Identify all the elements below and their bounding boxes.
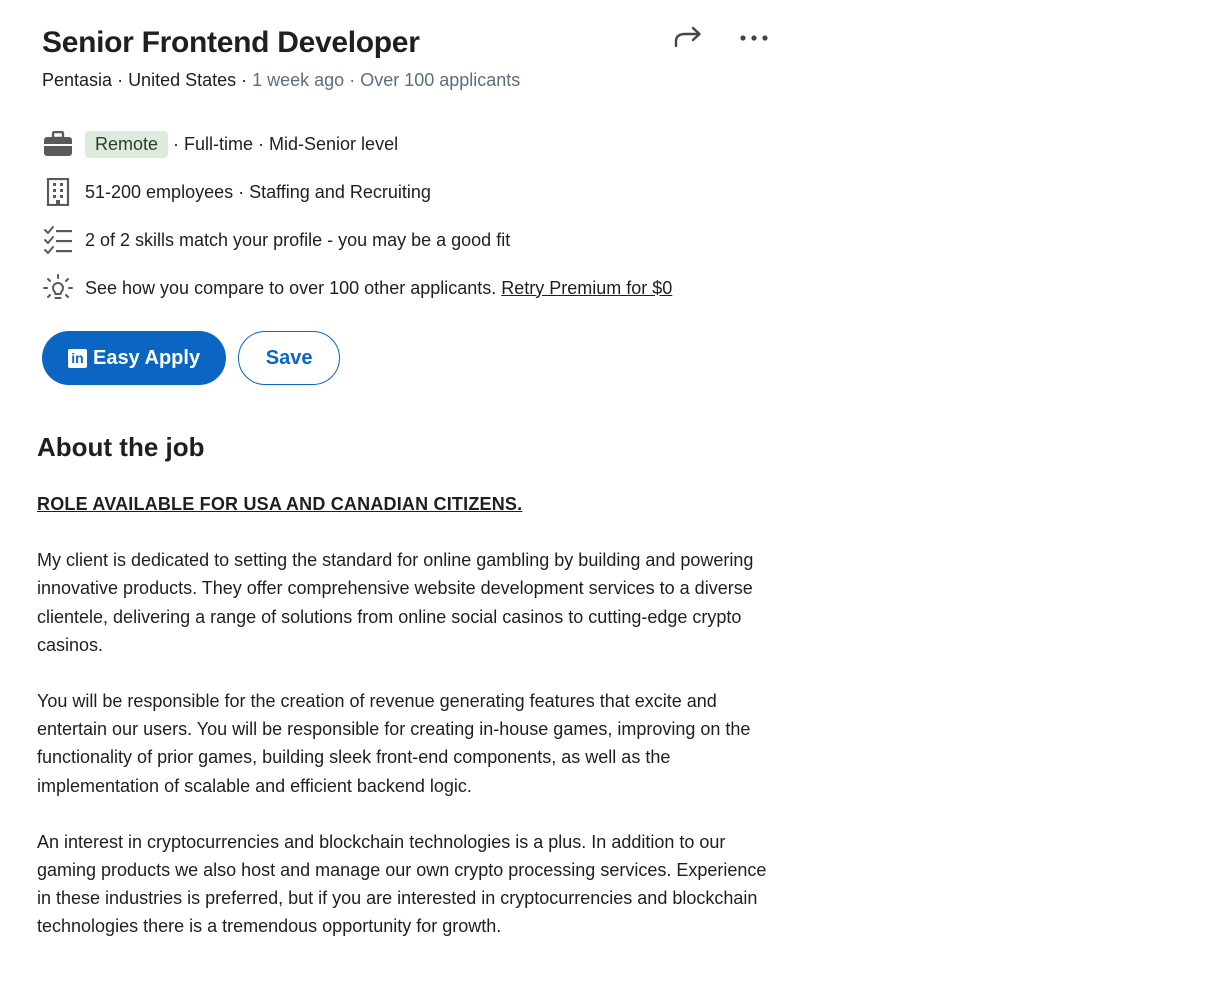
job-meta: Pentasia · United States · 1 week ago · … — [42, 70, 520, 91]
separator: · — [236, 70, 253, 90]
eligibility-line: ROLE AVAILABLE FOR USA AND CANADIAN CITI… — [37, 494, 523, 514]
job-description: ROLE AVAILABLE FOR USA AND CANADIAN CITI… — [37, 490, 777, 969]
insight-skills: 2 of 2 skills match your profile - you m… — [42, 216, 672, 264]
apply-actions: in Easy Apply Save — [42, 331, 341, 385]
more-options-button[interactable] — [736, 22, 772, 54]
save-button[interactable]: Save — [238, 331, 341, 385]
job-type-text: · Full-time · Mid-Senior level — [173, 133, 399, 154]
job-location: United States — [128, 70, 237, 90]
briefcase-icon — [42, 128, 74, 160]
company-size-text: 51-200 employees · Staffing and Recruiti… — [85, 181, 431, 202]
easy-apply-button[interactable]: in Easy Apply — [42, 331, 227, 385]
workplace-badge: Remote — [85, 130, 169, 158]
separator: · — [112, 70, 129, 90]
checklist-icon — [42, 224, 74, 256]
company-name[interactable]: Pentasia — [42, 70, 112, 90]
job-title: Senior Frontend Developer — [42, 26, 420, 59]
share-button[interactable] — [670, 22, 706, 54]
posted-time: 1 week ago — [252, 70, 345, 90]
separator: · — [344, 70, 361, 90]
building-icon — [42, 176, 74, 208]
insight-company: 51-200 employees · Staffing and Recruiti… — [42, 168, 672, 216]
linkedin-icon: in — [68, 348, 87, 368]
insight-premium: See how you compare to over 100 other ap… — [42, 264, 672, 312]
description-paragraph: You will be responsible for the creation… — [37, 691, 751, 796]
job-insights: Remote · Full-time · Mid-Senior level 51… — [42, 120, 672, 312]
lightbulb-icon — [42, 272, 74, 304]
skills-match-text: 2 of 2 skills match your profile - you m… — [85, 229, 511, 250]
share-arrow-icon — [674, 26, 701, 48]
compare-text: See how you compare to over 100 other ap… — [85, 277, 497, 298]
insight-job-type: Remote · Full-time · Mid-Senior level — [42, 120, 672, 168]
easy-apply-label: Easy Apply — [93, 346, 201, 369]
description-paragraph: An interest in cryptocurrencies and bloc… — [37, 831, 767, 937]
applicant-count: Over 100 applicants — [360, 70, 521, 90]
job-actions — [670, 22, 772, 54]
about-heading: About the job — [37, 432, 205, 462]
retry-premium-link[interactable]: Retry Premium for $0 — [501, 278, 672, 299]
description-paragraph: My client is dedicated to setting the st… — [37, 550, 754, 655]
more-dots-icon — [740, 35, 768, 41]
